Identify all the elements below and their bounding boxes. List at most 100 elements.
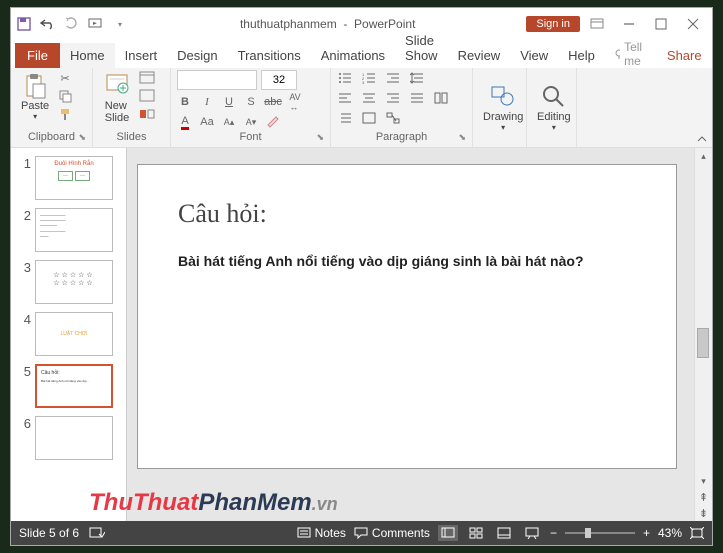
thumb-3[interactable]: 3☆☆☆☆☆☆☆☆☆☆ (13, 256, 124, 308)
slide-counter[interactable]: Slide 5 of 6 (19, 526, 79, 540)
columns-button[interactable] (433, 90, 449, 106)
slide-canvas[interactable]: Câu hỏi: Bài hát tiếng Anh nổi tiếng vào… (137, 164, 677, 469)
tab-file[interactable]: File (15, 43, 60, 68)
layout-icon[interactable] (139, 70, 155, 86)
section-icon[interactable] (139, 106, 155, 122)
start-from-beginning-icon[interactable] (87, 15, 105, 33)
thumb-1[interactable]: 1Đuôi Hình Rắn—— (13, 152, 124, 204)
scroll-thumb[interactable] (697, 328, 709, 358)
save-icon[interactable] (15, 15, 33, 33)
thumb-5[interactable]: 5Câu hỏi:Bài hát tiếng Anh nổi tiếng vào… (13, 360, 124, 412)
zoom-out-button[interactable]: − (550, 526, 557, 540)
group-font: B I U S abc AV↔ A Aa A▴ A▾ Font⬊ (171, 68, 331, 147)
collapse-ribbon-icon[interactable] (692, 131, 712, 147)
zoom-in-button[interactable]: + (643, 526, 650, 540)
tab-animations[interactable]: Animations (311, 43, 395, 68)
slideshow-view-icon[interactable] (522, 525, 542, 541)
text-direction-button[interactable] (337, 110, 353, 126)
align-center-button[interactable] (361, 90, 377, 106)
scroll-down-icon[interactable]: ▾ (695, 473, 712, 489)
font-name-input[interactable] (177, 70, 257, 90)
next-slide-icon[interactable]: ⇟ (695, 505, 712, 521)
zoom-level[interactable]: 43% (658, 526, 682, 540)
bold-button[interactable]: B (177, 94, 193, 110)
undo-icon[interactable] (39, 15, 57, 33)
tab-slideshow[interactable]: Slide Show (395, 28, 448, 68)
tell-me-search[interactable]: Tell me (605, 40, 655, 68)
window-controls (588, 15, 702, 33)
paste-button[interactable]: Paste ▾ (17, 70, 53, 123)
slide-canvas-wrap[interactable]: Câu hỏi: Bài hát tiếng Anh nổi tiếng vào… (127, 148, 694, 521)
spellcheck-icon[interactable] (89, 526, 105, 540)
align-text-button[interactable] (361, 110, 377, 126)
maximize-icon[interactable] (652, 15, 670, 33)
clipboard-launcher-icon[interactable]: ⬊ (78, 132, 86, 143)
paragraph-launcher-icon[interactable]: ⬊ (458, 132, 466, 143)
cut-icon[interactable]: ✂ (57, 70, 73, 86)
window-title: thuthuatphanmem - PowerPoint (129, 17, 526, 31)
char-spacing-button[interactable]: AV↔ (287, 94, 303, 110)
new-slide-button[interactable]: New Slide (99, 70, 135, 126)
thumb-2[interactable]: 2──────────────────────────────────── (13, 204, 124, 256)
indent-button[interactable] (385, 70, 401, 86)
underline-button[interactable]: U (221, 94, 237, 110)
group-editing: Editing ▾ (527, 68, 577, 147)
lightbulb-icon (613, 48, 620, 60)
italic-button[interactable]: I (199, 94, 215, 110)
prev-slide-icon[interactable]: ⇞ (695, 489, 712, 505)
tab-design[interactable]: Design (167, 43, 227, 68)
change-case-button[interactable]: Aa (199, 114, 215, 130)
tab-review[interactable]: Review (448, 43, 511, 68)
normal-view-icon[interactable] (438, 525, 458, 541)
thumb-6[interactable]: 6 (13, 412, 124, 464)
minimize-icon[interactable] (620, 15, 638, 33)
slide-thumbnails[interactable]: 1Đuôi Hình Rắn—— 2──────────────────────… (11, 148, 127, 521)
tab-transitions[interactable]: Transitions (228, 43, 311, 68)
reset-icon[interactable] (139, 88, 155, 104)
reading-view-icon[interactable] (494, 525, 514, 541)
align-right-button[interactable] (385, 90, 401, 106)
align-left-button[interactable] (337, 90, 353, 106)
font-color-button[interactable]: A (177, 114, 193, 130)
sorter-view-icon[interactable] (466, 525, 486, 541)
clear-format-button[interactable] (265, 114, 281, 130)
shadow-button[interactable]: S (243, 94, 259, 110)
thumb-4[interactable]: 4LUẬT CHƠI (13, 308, 124, 360)
numbering-button[interactable]: 123 (361, 70, 377, 86)
drawing-button[interactable]: Drawing ▾ (479, 81, 527, 134)
increase-font-button[interactable]: A▴ (221, 114, 237, 130)
editing-button[interactable]: Editing ▾ (533, 81, 575, 134)
tab-home[interactable]: Home (60, 43, 115, 68)
decrease-font-button[interactable]: A▾ (243, 114, 259, 130)
notes-button[interactable]: Notes (297, 526, 346, 540)
copy-icon[interactable] (57, 88, 73, 104)
font-launcher-icon[interactable]: ⬊ (316, 132, 324, 143)
ribbon-tabs: File Home Insert Design Transitions Anim… (11, 40, 712, 68)
strikethrough-button[interactable]: abc (265, 94, 281, 110)
tab-view[interactable]: View (510, 43, 558, 68)
zoom-slider[interactable] (565, 532, 635, 534)
bullets-button[interactable] (337, 70, 353, 86)
qat-dropdown-icon[interactable]: ▾ (111, 15, 129, 33)
ribbon: Paste ▾ ✂ Clipboard⬊ New Slide (11, 68, 712, 148)
line-spacing-button[interactable] (409, 70, 425, 86)
tab-insert[interactable]: Insert (115, 43, 168, 68)
slide-body-text[interactable]: Bài hát tiếng Anh nổi tiếng vào dịp gián… (178, 253, 636, 269)
font-size-input[interactable] (261, 70, 297, 90)
fit-to-window-icon[interactable] (690, 527, 704, 539)
signin-button[interactable]: Sign in (526, 16, 580, 32)
justify-button[interactable] (409, 90, 425, 106)
share-button[interactable]: Share (655, 43, 714, 68)
group-drawing: Drawing ▾ (473, 68, 527, 147)
comments-button[interactable]: Comments (354, 526, 430, 540)
tab-help[interactable]: Help (558, 43, 605, 68)
scroll-up-icon[interactable]: ▴ (695, 148, 712, 164)
ribbon-display-icon[interactable] (588, 15, 606, 33)
redo-icon[interactable] (63, 15, 81, 33)
vertical-scrollbar[interactable]: ▴ ▾ ⇞ ⇟ (694, 148, 712, 521)
zoom-slider-thumb[interactable] (585, 528, 591, 538)
slide-title-text[interactable]: Câu hỏi: (178, 199, 636, 229)
smartart-button[interactable] (385, 110, 401, 126)
format-painter-icon[interactable] (57, 106, 73, 122)
close-icon[interactable] (684, 15, 702, 33)
